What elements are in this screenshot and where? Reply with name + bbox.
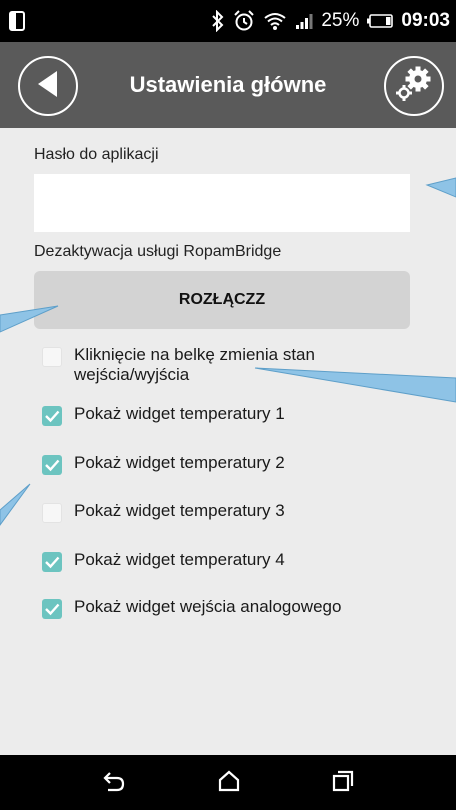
check-icon [45, 556, 60, 569]
option-row[interactable]: Pokaż widget wejścia analogowego [42, 597, 442, 619]
deactivate-label: Dezaktywacja usługi RopamBridge [34, 243, 282, 260]
gear-icon [394, 64, 434, 109]
disconnect-button[interactable]: ROZŁĄCZZ [34, 271, 410, 329]
password-input[interactable] [34, 174, 410, 232]
password-label: Hasło do aplikacji [34, 146, 159, 163]
check-icon [45, 459, 60, 472]
option-label: Pokaż widget temperatury 1 [74, 404, 285, 423]
option-row[interactable]: Pokaż widget temperatury 3 [42, 501, 442, 523]
checkbox-checked[interactable] [42, 599, 62, 619]
option-label: Pokaż widget temperatury 4 [74, 550, 285, 569]
option-row[interactable]: Pokaż widget temperatury 2 [42, 453, 442, 475]
screen-rotation-icon [8, 10, 26, 37]
settings-button[interactable] [384, 56, 444, 116]
checkbox-checked[interactable] [42, 552, 62, 572]
option-label: Pokaż widget temperatury 2 [74, 453, 285, 472]
option-row[interactable]: Kliknięcie na belkę zmienia stan wejścia… [42, 345, 442, 385]
status-bar: 25% 09:03 [0, 0, 456, 42]
back-button[interactable] [18, 56, 78, 116]
recents-icon [331, 769, 355, 798]
checkbox-unchecked[interactable] [42, 503, 62, 523]
option-row[interactable]: Pokaż widget temperatury 1 [42, 404, 442, 426]
option-label: Pokaż widget wejścia analogowego [74, 597, 342, 616]
battery-icon [367, 14, 394, 28]
alarm-icon [233, 10, 255, 32]
app-screen: 25% 09:03 Ustawienia główne Hasło do apl… [0, 0, 456, 810]
home-icon [217, 769, 241, 798]
signal-icon [295, 12, 313, 30]
battery-percent: 25% [321, 10, 360, 31]
nav-back-button[interactable] [100, 769, 128, 797]
checkbox-checked[interactable] [42, 455, 62, 475]
back-arrow-icon [35, 69, 61, 104]
bluetooth-icon [211, 10, 225, 32]
callout-pointer-password [425, 177, 456, 198]
wifi-icon [263, 11, 287, 31]
navigation-bar [0, 755, 456, 810]
option-label: Pokaż widget temperatury 3 [74, 501, 285, 520]
checkbox-unchecked[interactable] [42, 347, 62, 367]
nav-recents-button[interactable] [329, 769, 357, 797]
clock: 09:03 [401, 10, 450, 31]
check-icon [45, 410, 60, 423]
option-label: Kliknięcie na belkę zmienia stan wejścia… [74, 345, 315, 384]
nav-home-button[interactable] [215, 769, 243, 797]
option-row[interactable]: Pokaż widget temperatury 4 [42, 550, 442, 572]
checkbox-checked[interactable] [42, 406, 62, 426]
app-bar: Ustawienia główne [0, 42, 456, 128]
check-icon [45, 603, 60, 616]
callout-pointer-widgets [0, 483, 31, 526]
nav-back-icon [102, 770, 126, 797]
